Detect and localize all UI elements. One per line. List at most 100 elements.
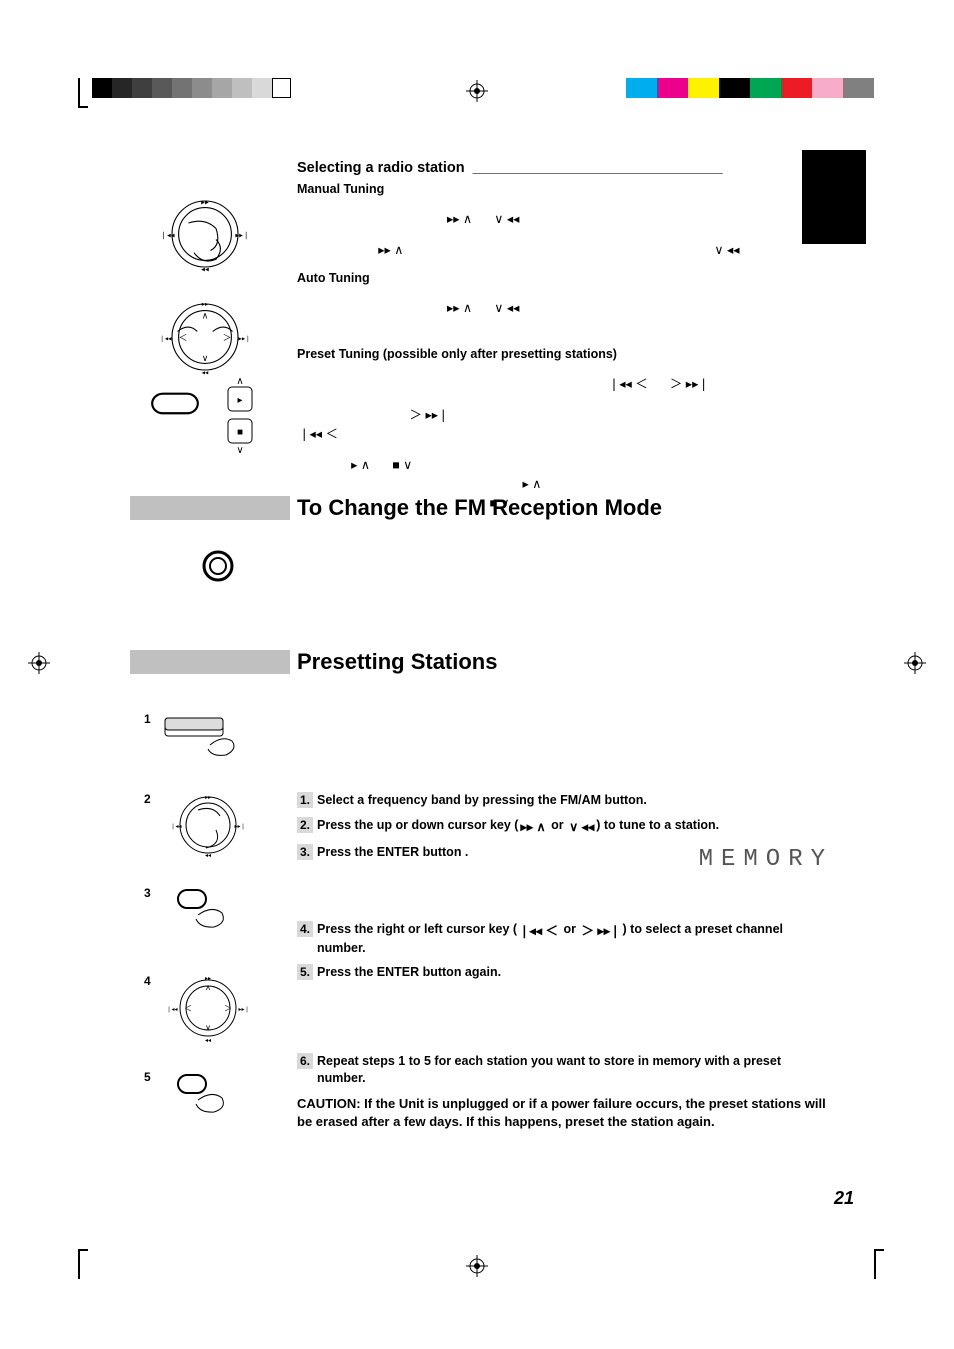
registration-mark-icon bbox=[904, 652, 926, 674]
top-print-marks bbox=[0, 78, 954, 108]
step-text: Repeat steps 1 to 5 for each station you… bbox=[317, 1054, 781, 1085]
svg-text:◂◂: ◂◂ bbox=[202, 369, 209, 376]
step-2: 2. Press the up or down cursor key (▸▸ ∧… bbox=[297, 817, 833, 836]
body-text: Pressing the cursor keys ( ▸▸ ∧ or ∨ ◂◂ … bbox=[297, 209, 833, 228]
step-3: 3. Press the ENTER button . MEMORY bbox=[297, 844, 833, 861]
text: on the Remote Control changes the preset… bbox=[418, 456, 661, 470]
svg-text:＜: ＜ bbox=[184, 1004, 192, 1013]
svg-text:◂◂: ◂◂ bbox=[205, 1038, 211, 1044]
text: or bbox=[548, 818, 567, 832]
svg-text:▸▸❘: ▸▸❘ bbox=[238, 1006, 249, 1013]
page-number: 21 bbox=[834, 1188, 854, 1209]
display-memory: MEMORY bbox=[699, 844, 833, 876]
svg-text:❘◂◂: ❘◂◂ bbox=[159, 334, 172, 342]
illustration-enter-button bbox=[170, 1070, 240, 1120]
step-text: Select a frequency band by pressing the … bbox=[317, 793, 647, 807]
illustration-tuning-dial: ∧ ∨ ＜ ＞ ▸▸ ◂◂ ❘◂◂ ▸▸❘ bbox=[158, 968, 258, 1048]
text: or bbox=[478, 210, 493, 224]
prev-left-icon: ❘◂◂ ＜ bbox=[299, 426, 338, 443]
svg-text:▸: ▸ bbox=[237, 395, 242, 406]
body-text: Pressing the cursor keys ( ▸▸ ∧ or ∨ ◂◂ … bbox=[297, 298, 833, 317]
svg-text:■: ■ bbox=[237, 427, 243, 438]
text: or bbox=[478, 299, 493, 313]
step-text: Press the ENTER button again. bbox=[317, 965, 501, 979]
grayscale-strip bbox=[92, 78, 292, 98]
rw-down-icon: ∨ ◂◂ bbox=[494, 211, 519, 228]
text: Each time the key ( bbox=[297, 406, 407, 420]
heading-selecting: Selecting a radio station ______________… bbox=[297, 160, 833, 176]
text: Press the right or left cursor key ( bbox=[317, 922, 517, 936]
svg-text:▸▸❘: ▸▸❘ bbox=[239, 334, 251, 342]
body-text: Holding down ▸▸ ∧ ∨ ◂◂ bbox=[297, 240, 833, 259]
text: Holding down bbox=[297, 241, 376, 255]
ff-up-icon: ▸▸ ∧ bbox=[447, 211, 472, 228]
step-text: Press the up or down cursor key (▸▸ ∧ or… bbox=[317, 818, 719, 832]
text: Select the desired preset station using … bbox=[297, 375, 533, 389]
registration-mark-icon bbox=[466, 80, 488, 102]
play-up-icon: ▸ ∧ bbox=[522, 476, 541, 493]
svg-text:▸▸❘: ▸▸❘ bbox=[235, 230, 249, 239]
step-number: 6. bbox=[297, 1053, 313, 1069]
text: ) to tune to a station. bbox=[596, 818, 719, 832]
text: keys on bbox=[714, 375, 757, 389]
rw-down-icon: ∨ ◂◂ bbox=[494, 300, 519, 317]
bottom-print-marks bbox=[0, 1249, 954, 1279]
svg-text:▸▸: ▸▸ bbox=[205, 976, 211, 982]
illustration-tuning-dial: ▸▸ ◂◂ ❘◂◂ ▸▸❘ bbox=[158, 785, 258, 865]
heading-presetting: Presetting Stations bbox=[297, 650, 497, 674]
body-text: Each time the key ( ＞ ▸▸❘ or ❘◂◂ ＜ ) is … bbox=[297, 405, 833, 443]
text: Pressing the cursor keys ( bbox=[297, 210, 442, 224]
heading-preset-tuning: Preset Tuning (possible only after prese… bbox=[297, 347, 833, 361]
heading-fm-mode: To Change the FM Reception Mode bbox=[297, 496, 662, 520]
caution-text: CAUTION: If the Unit is unplugged or if … bbox=[297, 1095, 833, 1130]
text: or bbox=[653, 375, 668, 389]
step-number: 4. bbox=[297, 921, 313, 937]
step-6: 6. Repeat steps 1 to 5 for each station … bbox=[297, 1053, 833, 1087]
svg-text:∨: ∨ bbox=[202, 353, 208, 363]
step-label: 2 bbox=[144, 792, 151, 806]
illustration-remote-play-stop: ∧ ▸ ■ ∨ bbox=[220, 375, 260, 455]
section-banner bbox=[130, 496, 290, 520]
step-label: 1 bbox=[144, 712, 151, 726]
stop-down-icon: ■ ∨ bbox=[392, 457, 412, 474]
svg-text:◂◂: ◂◂ bbox=[205, 853, 211, 859]
ff-up-icon: ▸▸ ∧ bbox=[378, 242, 403, 259]
illustration-tuning-dial: ▸▸ ◂◂ ❘◂◂ ▸▸❘ bbox=[150, 190, 260, 278]
section-banner bbox=[130, 650, 290, 674]
ff-up-icon: ▸▸ ∧ bbox=[520, 819, 545, 836]
crop-mark-icon bbox=[866, 1249, 884, 1279]
step-label: 5 bbox=[144, 1070, 151, 1084]
text: or bbox=[560, 922, 579, 936]
svg-text:▸▸: ▸▸ bbox=[201, 197, 209, 206]
play-up-icon: ▸ ∧ bbox=[351, 457, 370, 474]
step-label: 4 bbox=[144, 974, 151, 988]
text: Pressing bbox=[297, 456, 349, 470]
text: Selecting a radio station bbox=[297, 160, 465, 176]
step-text: Press the right or left cursor key (❘◂◂ … bbox=[317, 922, 783, 955]
rule-line: _______________________________ bbox=[473, 160, 723, 176]
svg-text:＞: ＞ bbox=[223, 332, 232, 342]
illustration-tuning-dial: ∧ ∨ ＜ ＞ ▸▸ ◂◂ ❘◂◂ ▸▸❘ bbox=[150, 293, 260, 381]
color-strip bbox=[626, 78, 874, 98]
heading-auto-tuning: Auto Tuning bbox=[297, 271, 833, 285]
prev-left-icon: ❘◂◂ ＜ bbox=[519, 923, 558, 940]
step-number: 1. bbox=[297, 792, 313, 808]
next-right-icon: ＞ ▸▸❘ bbox=[409, 407, 448, 424]
crop-mark-icon bbox=[70, 78, 88, 108]
next-right-icon: ＞ ▸▸❘ bbox=[670, 376, 709, 393]
svg-text:∨: ∨ bbox=[205, 1023, 211, 1032]
text: Pressing the cursor keys ( bbox=[297, 299, 442, 313]
step-number: 2. bbox=[297, 817, 313, 833]
step-1: 1. Select a frequency band by pressing t… bbox=[297, 792, 833, 809]
step-5: 5. Press the ENTER button again. bbox=[297, 964, 833, 981]
text: ) briefly changes the frequency by bbox=[525, 210, 713, 224]
svg-text:∧: ∧ bbox=[236, 376, 243, 387]
svg-text:▸▸: ▸▸ bbox=[205, 795, 211, 801]
page: ▸▸ ◂◂ ❘◂◂ ▸▸❘ ∧ ∨ ＜ ＞ ▸▸ ◂◂ ❘◂◂ ▸▸❘ bbox=[0, 0, 954, 1349]
svg-text:＞: ＞ bbox=[224, 1004, 232, 1013]
steps-block: 1. Select a frequency band by pressing t… bbox=[297, 784, 833, 1143]
step-text: Press the ENTER button . bbox=[317, 845, 468, 859]
svg-text:▸▸❘: ▸▸❘ bbox=[234, 823, 245, 830]
rw-down-icon: ∨ ◂◂ bbox=[714, 242, 739, 259]
step-number: 5. bbox=[297, 964, 313, 980]
